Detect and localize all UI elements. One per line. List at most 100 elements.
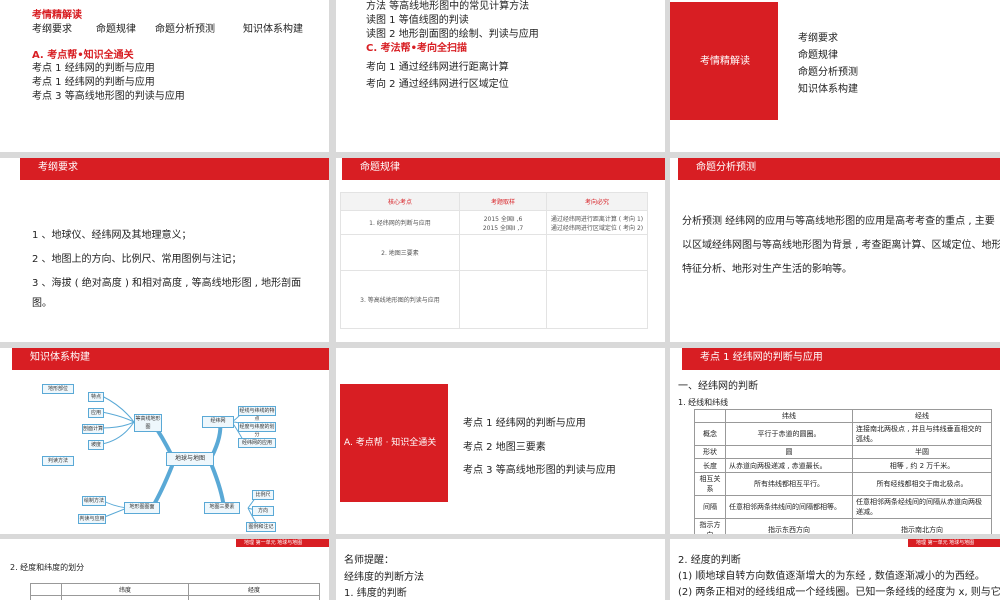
- slide-12[interactable]: 地理 第一单元 地球与地图 2. 经度的判断 (1) 顺地球自转方向数值逐渐增大…: [670, 539, 1000, 600]
- analysis-text: 以区域经纬网图与等高线地形图为背景 , 考查距离计算、区域定位、地形: [682, 240, 1000, 251]
- mind-map-center: 地球与地图: [166, 452, 214, 466]
- syllabus-item: 2 、地图上的方向、比例尺、常用图例与注记；: [32, 254, 242, 265]
- toc-item: 命题规律: [798, 50, 838, 61]
- toc-item: 考点 2 地图三要素: [463, 442, 546, 453]
- sample: 2015 全国I ,6: [483, 215, 523, 223]
- exam-pattern-table: 核心考点 考题取样 考向必究 1. 经纬网的判断与应用 2015 全国I ,6 …: [340, 192, 648, 329]
- mind-map-node: 等高线地形图: [134, 414, 162, 432]
- slide-7[interactable]: 知识体系构建 地球与地图 等高线地形图 经纬网 地图三要素 地形图图面 特点 应…: [0, 348, 329, 534]
- syllabus-item: 1 、地球仪、经纬网及其地理意义；: [32, 230, 192, 241]
- row-label: 概念: [694, 422, 726, 446]
- slide-11[interactable]: 名师提醒： 经纬度的判断方法 1. 纬度的判断: [336, 539, 665, 600]
- lon-cell: 连接南北两极点 , 并且与纬线垂直相交的弧线。: [852, 422, 992, 446]
- lat-cell: 圆: [725, 445, 853, 459]
- mind-map-node: 特点: [88, 392, 104, 402]
- row-label: 形状: [694, 445, 726, 459]
- slide-tab: 命题分析预测: [678, 158, 778, 180]
- row-label: 相互关系: [694, 472, 726, 496]
- point-item: 考点 3 等高线地形图的判读与应用: [32, 91, 185, 102]
- slide-title: 考情精解读: [32, 10, 82, 21]
- slide-10[interactable]: 地理 第一单元 地球与地图 2. 经度和纬度的划分 纬度 经度: [0, 539, 329, 600]
- toc-item: 知识体系构建: [798, 84, 858, 95]
- mind-map-node: 地形图图面: [124, 502, 160, 514]
- slide-6[interactable]: 命题分析预测 分析预测 经纬网的应用与等高线地形图的应用是高考考查的重点 , 主…: [670, 158, 1000, 342]
- syllabus-item: 3 、海拔 ( 绝对高度 ) 和相对高度 , 等高线地形图 , 地形剖面: [32, 278, 302, 289]
- reading-line: 读图 1 等值线图的判读: [366, 15, 469, 26]
- point-item: 考点 1 经纬网的判断与应用: [32, 77, 155, 88]
- section-a-heading: A. 考点帮•知识全通关: [32, 50, 134, 61]
- slide-1[interactable]: 考情精解读 考纲要求 命题规律 命题分析预测 知识体系构建 A. 考点帮•知识全…: [0, 0, 329, 152]
- nav-item: 命题规律: [96, 24, 136, 35]
- mind-map-node: 比例尺: [252, 490, 274, 500]
- mind-map-node: 经线与纬线的特点: [238, 406, 276, 422]
- lat-cell: 从赤道向两极递减 , 赤道最长。: [725, 458, 853, 473]
- tab-line: [778, 158, 1000, 180]
- col-header: 纬线: [725, 409, 853, 423]
- nav-item: 考纲要求: [32, 24, 72, 35]
- tip-line: 1. 纬度的判断: [344, 588, 407, 599]
- lat-cell: 指示东西方向: [725, 518, 853, 534]
- slide-8[interactable]: A. 考点帮 · 知识全通关 考点 1 经纬网的判断与应用 考点 2 地图三要素…: [336, 348, 665, 534]
- section-heading: 2. 经度的判断: [678, 555, 741, 566]
- slide-4[interactable]: 考纲要求 1 、地球仪、经纬网及其地理意义； 2 、地图上的方向、比例尺、常用图…: [0, 158, 329, 342]
- col-header: 考题取样: [459, 192, 547, 211]
- tab-line: [112, 348, 329, 370]
- title-box-label: 考情精解读: [700, 56, 750, 67]
- footer-label: 地理 第一单元 地球与地图: [916, 540, 975, 546]
- col-header: 纬度: [61, 583, 189, 596]
- slide-9[interactable]: 考点 1 经纬网的判断与应用 一、经纬网的判断 1. 经线和纬线 纬线 经线 概…: [670, 348, 1000, 534]
- slide-tab: 知识体系构建: [12, 348, 112, 370]
- mind-map-node: 剖面计算: [82, 424, 104, 434]
- slide-5[interactable]: 命题规律 核心考点 考题取样 考向必究 1. 经纬网的判断与应用 2015 全国…: [336, 158, 665, 342]
- body-line: (2) 两条正相对的经线组成一个经线圈。已知一条经线的经度为 x, 则与它: [678, 587, 1000, 598]
- col-header: 考向必究: [546, 192, 648, 211]
- slide-3[interactable]: 考情精解读 考纲要求 命题规律 命题分析预测 知识体系构建: [670, 0, 1000, 152]
- mind-map-node: 绘制方法: [82, 496, 106, 506]
- col-header: 核心考点: [340, 192, 460, 211]
- reading-line: 读图 2 地形剖面图的绘制、判读与应用: [366, 29, 539, 40]
- col-header: 经线: [852, 409, 992, 423]
- tip-line: 经纬度的判断方法: [344, 572, 424, 583]
- title-box-label: A. 考点帮 · 知识全通关: [344, 438, 437, 448]
- sub-heading: 2. 经度和纬度的划分: [10, 563, 85, 572]
- slide-tab: 考纲要求: [20, 158, 129, 180]
- mind-map-node: 判读方法: [42, 456, 74, 466]
- slide-tab: 考点 1 经纬网的判断与应用: [682, 348, 834, 370]
- toc-item: 考点 3 等高线地形图的判读与应用: [463, 465, 616, 476]
- direction: 通过经纬网进行区域定位 ( 考向 2): [550, 224, 644, 232]
- lat-cell: 所有纬线都相互平行。: [725, 472, 853, 496]
- syllabus-item: 图。: [32, 298, 52, 309]
- core-point: 3. 等高线地形图的判读与应用: [340, 270, 460, 329]
- mind-map-node: 坡度: [88, 440, 104, 450]
- mind-map-node: 图例和注记: [246, 522, 276, 532]
- nav-item: 知识体系构建: [243, 24, 303, 35]
- section-c-heading: C. 考法帮•考向全扫描: [366, 43, 468, 54]
- tab-line: [129, 158, 329, 180]
- direction-cell: 通过经纬网进行距离计算 ( 考向 1) 通过经纬网进行区域定位 ( 考向 2): [546, 210, 648, 235]
- mind-map-node: 经度与纬度的划分: [238, 422, 276, 438]
- analysis-text: 特征分析、地形对生产生活的影响等。: [682, 264, 852, 275]
- row-label: 指示方向: [694, 518, 726, 534]
- mind-map-node: 经纬网: [202, 416, 234, 428]
- body-line: (1) 顺地球自转方向数值逐渐增大的为东经 , 数值逐渐减小的为西经。: [678, 571, 985, 582]
- mind-map: 地球与地图 等高线地形图 经纬网 地图三要素 地形图图面 特点 应用 剖面计算 …: [12, 376, 276, 532]
- point-item: 考点 1 经纬网的判断与应用: [32, 63, 155, 74]
- col-header: 经度: [188, 583, 320, 596]
- mind-map-node: 地图三要素: [204, 502, 240, 514]
- section-heading: 一、经纬网的判断: [678, 381, 758, 392]
- lon-cell: 所有经线都相交于南北极点。: [852, 472, 992, 496]
- lon-cell: 半圆: [852, 445, 992, 459]
- lon-cell: 相等 , 约 2 万千米。: [852, 458, 992, 473]
- tab-line: [438, 158, 665, 180]
- direction: 通过经纬网进行距离计算 ( 考向 1): [550, 215, 644, 223]
- lat-cell: 平行于赤道的圆圈。: [725, 422, 853, 446]
- lon-cell: 指示南北方向: [852, 518, 992, 534]
- analysis-text: 分析预测 经纬网的应用与等高线地形图的应用是高考考查的重点 , 主要: [682, 216, 995, 227]
- slide-2[interactable]: 方法 等高线地形图中的常见计算方法 读图 1 等值线图的判读 读图 2 地形剖面…: [336, 0, 665, 152]
- mind-map-node: 判读与应用: [78, 514, 106, 524]
- lon-cell: 任意相邻两条经线间的间隔从赤道向两极递减。: [852, 495, 992, 519]
- core-point: 1. 经纬网的判断与应用: [340, 210, 460, 235]
- direction-item: 考向 1 通过经纬网进行距离计算: [366, 62, 509, 73]
- mind-map-node: 应用: [88, 408, 104, 418]
- toc-item: 命题分析预测: [798, 67, 858, 78]
